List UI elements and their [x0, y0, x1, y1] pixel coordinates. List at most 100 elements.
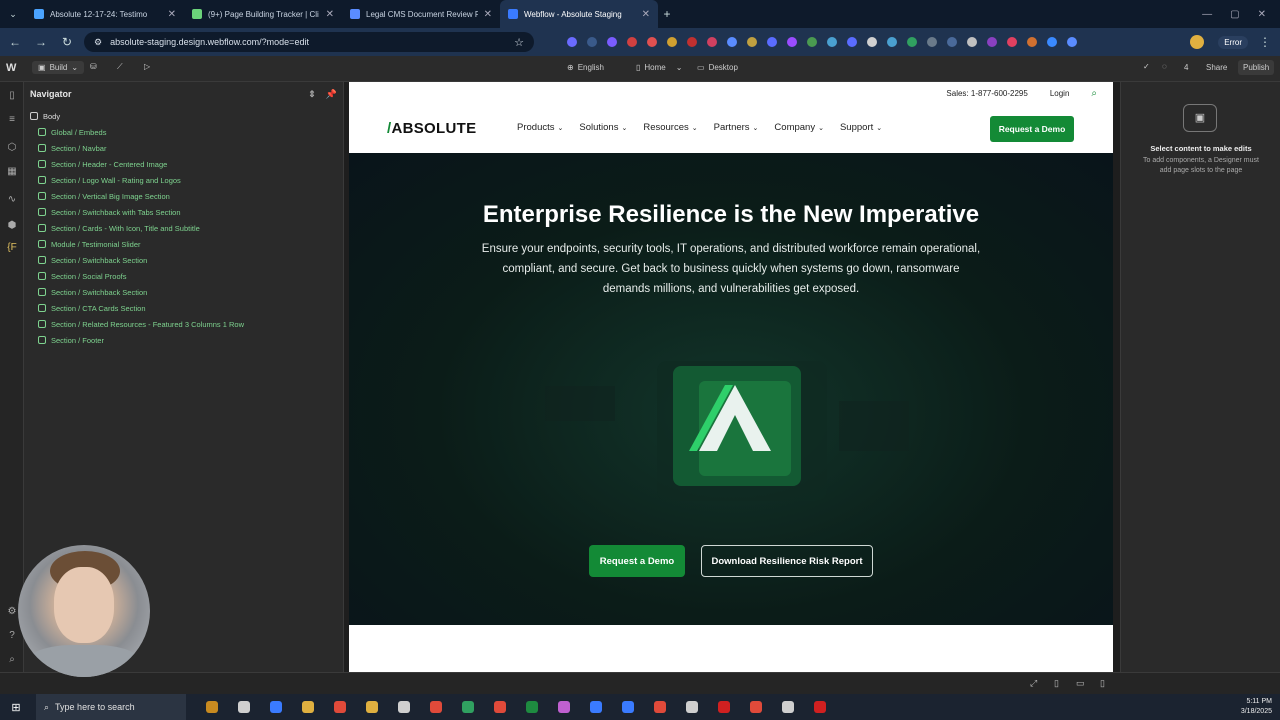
taskbar-app-icon[interactable]: [430, 701, 442, 713]
browser-extension-icon[interactable]: [627, 37, 637, 47]
maximize-icon[interactable]: ▢: [1230, 9, 1239, 20]
browser-extension-icon[interactable]: [747, 37, 757, 47]
windows-start-icon[interactable]: ⊞: [0, 701, 32, 714]
help-icon[interactable]: ?: [5, 630, 19, 642]
publish-button[interactable]: Publish: [1238, 60, 1275, 75]
navigator-item[interactable]: Module / Testimonial Slider: [24, 236, 343, 252]
browser-tab[interactable]: Webflow - Absolute Staging ✕: [500, 0, 658, 28]
components-icon[interactable]: ⬡: [5, 142, 19, 154]
bookmark-icon[interactable]: ▯: [1054, 678, 1059, 689]
error-badge[interactable]: Error: [1218, 35, 1248, 49]
browser-extension-icon[interactable]: [787, 37, 797, 47]
menu-item[interactable]: Products ⌄: [517, 122, 563, 133]
menu-item[interactable]: Solutions ⌄: [579, 122, 627, 133]
mobile-icon[interactable]: ▯: [1100, 678, 1105, 689]
taskbar-app-icon[interactable]: [750, 701, 762, 713]
pages-icon[interactable]: ▯: [5, 90, 19, 102]
navigator-item[interactable]: Section / CTA Cards Section: [24, 300, 343, 316]
menu-item[interactable]: Support ⌄: [840, 122, 882, 133]
browser-tab[interactable]: (9+) Page Building Tracker | Cli ✕: [184, 0, 342, 28]
navigator-item[interactable]: Global / Embeds: [24, 124, 343, 140]
analytics-icon[interactable]: ⟋: [117, 62, 123, 72]
variables-icon[interactable]: {F: [5, 242, 19, 254]
settings-icon[interactable]: ⚙: [5, 606, 19, 618]
taskbar-app-icon[interactable]: [622, 701, 634, 713]
login-link[interactable]: Login: [1050, 89, 1070, 98]
back-icon[interactable]: ←: [6, 35, 24, 49]
locale-selector[interactable]: ⊕ English: [567, 63, 604, 72]
forward-icon[interactable]: →: [32, 35, 50, 49]
collapse-icon[interactable]: ⇕: [308, 89, 316, 100]
close-tab-icon[interactable]: ✕: [484, 9, 492, 20]
browser-extension-icon[interactable]: [647, 37, 657, 47]
close-window-icon[interactable]: ✕: [1258, 9, 1266, 20]
preview-play-icon[interactable]: ▷: [144, 62, 150, 71]
taskbar-app-icon[interactable]: [558, 701, 570, 713]
browser-extension-icon[interactable]: [687, 37, 697, 47]
menu-item[interactable]: Company ⌄: [774, 122, 824, 133]
navigator-icon[interactable]: ≡: [5, 114, 19, 126]
browser-menu-icon[interactable]: ⋮: [1256, 35, 1274, 49]
header-request-demo-button[interactable]: Request a Demo: [990, 116, 1074, 142]
menu-item[interactable]: Partners ⌄: [714, 122, 759, 133]
navigator-item[interactable]: Section / Switchback Section: [24, 284, 343, 300]
navigator-root[interactable]: Body: [24, 108, 343, 124]
reload-icon[interactable]: ↻: [58, 35, 76, 49]
apps-icon[interactable]: ⬢: [5, 220, 19, 232]
bookmark-star-icon[interactable]: ☆: [514, 36, 524, 49]
navigator-item[interactable]: Section / Social Proofs: [24, 268, 343, 284]
taskbar-app-icon[interactable]: [494, 701, 506, 713]
website-canvas[interactable]: Sales: 1-877-600-2295 Login ⌕ /ABSOLUTE …: [349, 82, 1113, 672]
taskbar-app-icon[interactable]: [686, 701, 698, 713]
navigator-item[interactable]: Section / Switchback with Tabs Section: [24, 204, 343, 220]
comments-icon[interactable]: ◌: [1162, 62, 1167, 71]
taskbar-app-icon[interactable]: [334, 701, 346, 713]
browser-extension-icon[interactable]: [867, 37, 877, 47]
browser-extension-icon[interactable]: [947, 37, 957, 47]
browser-extension-icon[interactable]: [847, 37, 857, 47]
taskbar-search[interactable]: ⌕ Type here to search: [36, 694, 186, 720]
taskbar-app-icon[interactable]: [462, 701, 474, 713]
breakpoint-selector[interactable]: ▭ Desktop: [697, 63, 738, 72]
browser-extension-icon[interactable]: [607, 37, 617, 47]
check-icon[interactable]: ✓: [1143, 62, 1150, 71]
assets-icon[interactable]: ▦: [5, 166, 19, 178]
browser-extension-icon[interactable]: [807, 37, 817, 47]
navigator-item[interactable]: Section / Vertical Big Image Section: [24, 188, 343, 204]
taskbar-app-icon[interactable]: [718, 701, 730, 713]
taskbar-clock[interactable]: 5:11 PM 3/18/2025: [1241, 697, 1272, 717]
activity-icon[interactable]: ∿: [5, 194, 19, 206]
navigator-item[interactable]: Section / Logo Wall - Rating and Logos: [24, 172, 343, 188]
taskbar-app-icon[interactable]: [590, 701, 602, 713]
browser-extension-icon[interactable]: [907, 37, 917, 47]
search-icon[interactable]: ⌕: [1091, 88, 1097, 99]
taskbar-app-icon[interactable]: [814, 701, 826, 713]
browser-extension-icon[interactable]: [1007, 37, 1017, 47]
tablet-icon[interactable]: ▭: [1076, 678, 1085, 689]
pin-icon[interactable]: 📌: [326, 89, 337, 100]
tab-search-icon[interactable]: ⌄: [4, 9, 22, 20]
navigator-item[interactable]: Section / Header - Centered Image: [24, 156, 343, 172]
taskbar-app-icon[interactable]: [302, 701, 314, 713]
expand-icon[interactable]: ⤢: [1030, 678, 1037, 689]
browser-extension-icon[interactable]: [667, 37, 677, 47]
download-report-button[interactable]: Download Resilience Risk Report: [701, 545, 873, 577]
browser-extension-icon[interactable]: [827, 37, 837, 47]
browser-extension-icon[interactable]: [927, 37, 937, 47]
browser-extension-icon[interactable]: [987, 37, 997, 47]
taskbar-app-icon[interactable]: [654, 701, 666, 713]
browser-extension-icon[interactable]: [967, 37, 977, 47]
browser-tab[interactable]: Absolute 12-17-24: Testimo ✕: [26, 0, 184, 28]
navigator-item[interactable]: Section / Switchback Section: [24, 252, 343, 268]
navigator-item[interactable]: Section / Cards - With Icon, Title and S…: [24, 220, 343, 236]
profile-avatar[interactable]: [1190, 35, 1205, 49]
taskbar-app-icon[interactable]: [366, 701, 378, 713]
sales-phone[interactable]: Sales: 1-877-600-2295: [946, 89, 1027, 98]
search-icon[interactable]: ⌕: [5, 654, 19, 666]
minimize-icon[interactable]: —: [1202, 9, 1212, 20]
url-field[interactable]: ⚙ absolute-staging.design.webflow.com/?m…: [84, 32, 534, 52]
browser-extension-icon[interactable]: [1047, 37, 1057, 47]
webflow-logo-icon[interactable]: W: [6, 62, 16, 74]
share-button[interactable]: Share: [1206, 63, 1227, 72]
page-selector[interactable]: ▯ Home ⌄: [636, 63, 682, 72]
